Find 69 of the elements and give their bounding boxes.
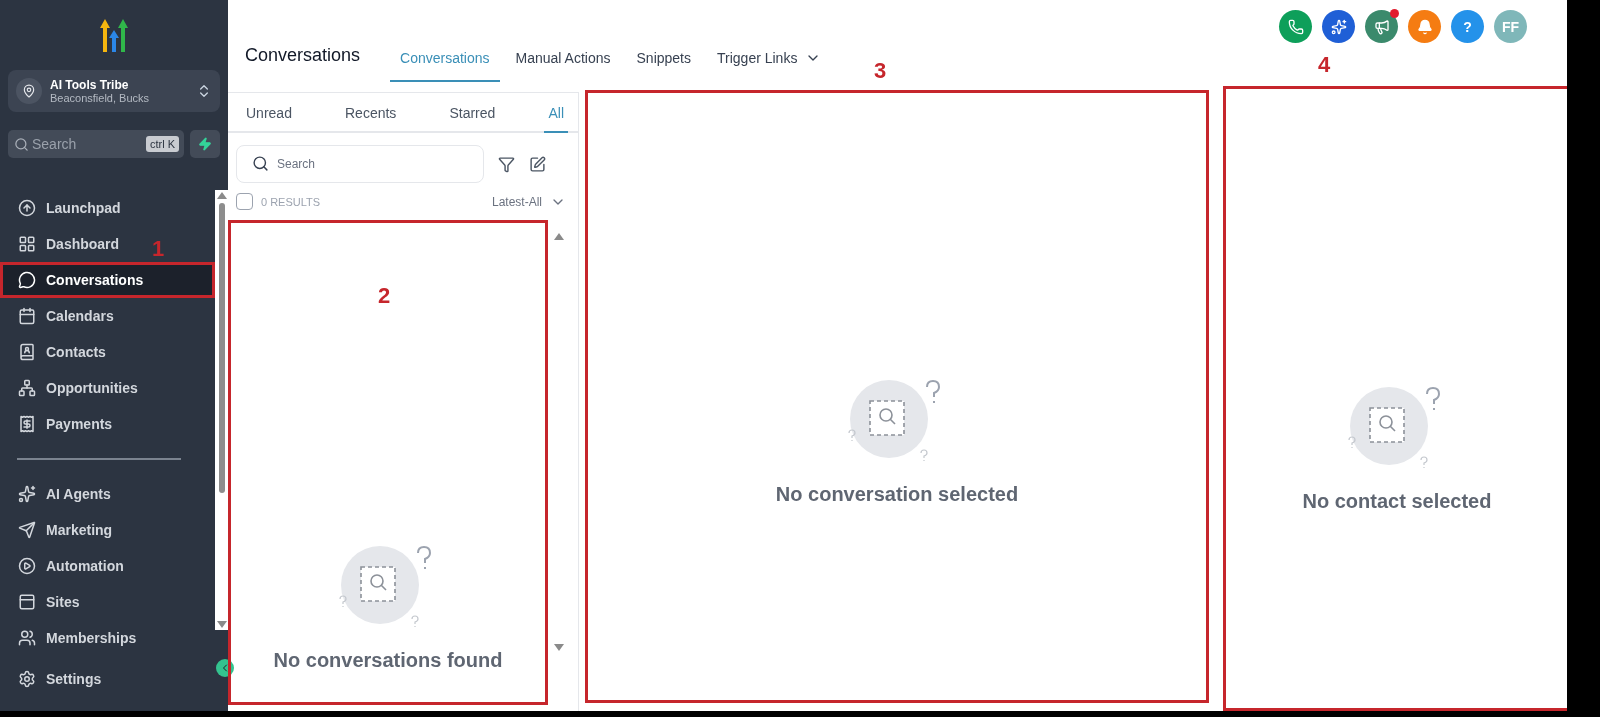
tab[interactable]: Snippets [626, 50, 701, 82]
scroll-down-arrow[interactable] [554, 644, 564, 651]
receipt-icon [18, 415, 36, 433]
sidebar-item[interactable]: Launchpad [0, 190, 133, 226]
tab[interactable]: Conversations [390, 50, 500, 82]
callout-number: 2 [378, 283, 391, 309]
scrollbar[interactable] [215, 190, 228, 630]
sidebar-item[interactable]: Sites [0, 584, 92, 620]
filter-tab[interactable]: Unread [242, 93, 296, 133]
empty-state-message: No conversations found [273, 649, 503, 672]
megaphone-icon [1373, 18, 1390, 35]
calendar-icon [18, 307, 36, 325]
settings-icon [18, 670, 36, 688]
browser-window-icon [18, 593, 36, 611]
phone-button[interactable] [1279, 10, 1312, 43]
announcements-button[interactable] [1365, 10, 1398, 43]
sidebar-item[interactable]: Dashboard [0, 226, 132, 262]
account-switcher[interactable]: AI Tools Tribe Beaconsfield, Bucks [8, 70, 220, 112]
notifications-button[interactable] [1408, 10, 1441, 43]
sidebar-item[interactable]: Memberships [0, 620, 149, 650]
address-book-icon [18, 343, 36, 361]
people-icon [18, 629, 36, 647]
tab[interactable]: Manual Actions [505, 50, 621, 82]
scroll-up-arrow[interactable] [554, 233, 564, 240]
sidebar-item[interactable]: Opportunities [0, 370, 150, 406]
sidebar-item[interactable]: Marketing [0, 512, 125, 548]
account-name: AI Tools Tribe [50, 78, 130, 92]
sparkles-icon [18, 485, 36, 503]
filter-tab[interactable]: All [544, 93, 568, 133]
network-icon [18, 379, 36, 397]
account-location: Beaconsfield, Bucks [50, 92, 151, 104]
search-icon [252, 155, 269, 172]
sort-dropdown[interactable]: Latest-All [491, 193, 566, 210]
filter-tab[interactable]: Starred [445, 93, 500, 133]
location-avatar [16, 78, 42, 104]
play-circle-icon [18, 557, 36, 575]
chat-bubble-icon [18, 271, 36, 289]
filter-tab[interactable]: Recents [341, 93, 401, 133]
select-all-checkbox[interactable] [236, 193, 253, 210]
filter-icon[interactable] [498, 155, 515, 173]
callout-number: 4 [1318, 52, 1331, 78]
sidebar-item[interactable]: Contacts [0, 334, 118, 370]
sidebar-item[interactable]: Automation [0, 548, 136, 584]
page-title: Conversations [245, 45, 361, 67]
bell-icon [1416, 18, 1433, 35]
sidebar-item[interactable]: Calendars [0, 298, 126, 334]
upload-circle-icon [18, 199, 36, 217]
tab[interactable]: Trigger Links [707, 50, 832, 82]
compose-icon[interactable] [529, 155, 546, 173]
keyboard-shortcut: ctrl K [145, 136, 179, 152]
ai-button[interactable] [1322, 10, 1355, 43]
empty-state-message: No conversation selected [775, 483, 1019, 506]
sidebar-item[interactable]: Payments [0, 406, 125, 442]
scroll-down-arrow[interactable] [216, 621, 227, 628]
results-count: 0 RESULTS [261, 195, 322, 208]
sidebar-item[interactable]: AI Agents [0, 476, 123, 512]
search-field[interactable]: Search [236, 145, 484, 183]
sidebar-item[interactable]: Conversations [0, 262, 215, 298]
grid-icon [18, 235, 36, 253]
search-icon [14, 137, 29, 152]
empty-state-message: No contact selected [1302, 490, 1492, 513]
callout-number: 1 [152, 236, 165, 262]
phone-icon [1287, 18, 1304, 35]
sparkles-icon [1330, 18, 1347, 35]
quick-action-button[interactable] [190, 130, 220, 158]
paper-plane-icon [18, 521, 36, 539]
lightning-icon [198, 137, 212, 151]
settings-item[interactable]: Settings [0, 657, 228, 701]
callout-number: 3 [874, 58, 887, 84]
